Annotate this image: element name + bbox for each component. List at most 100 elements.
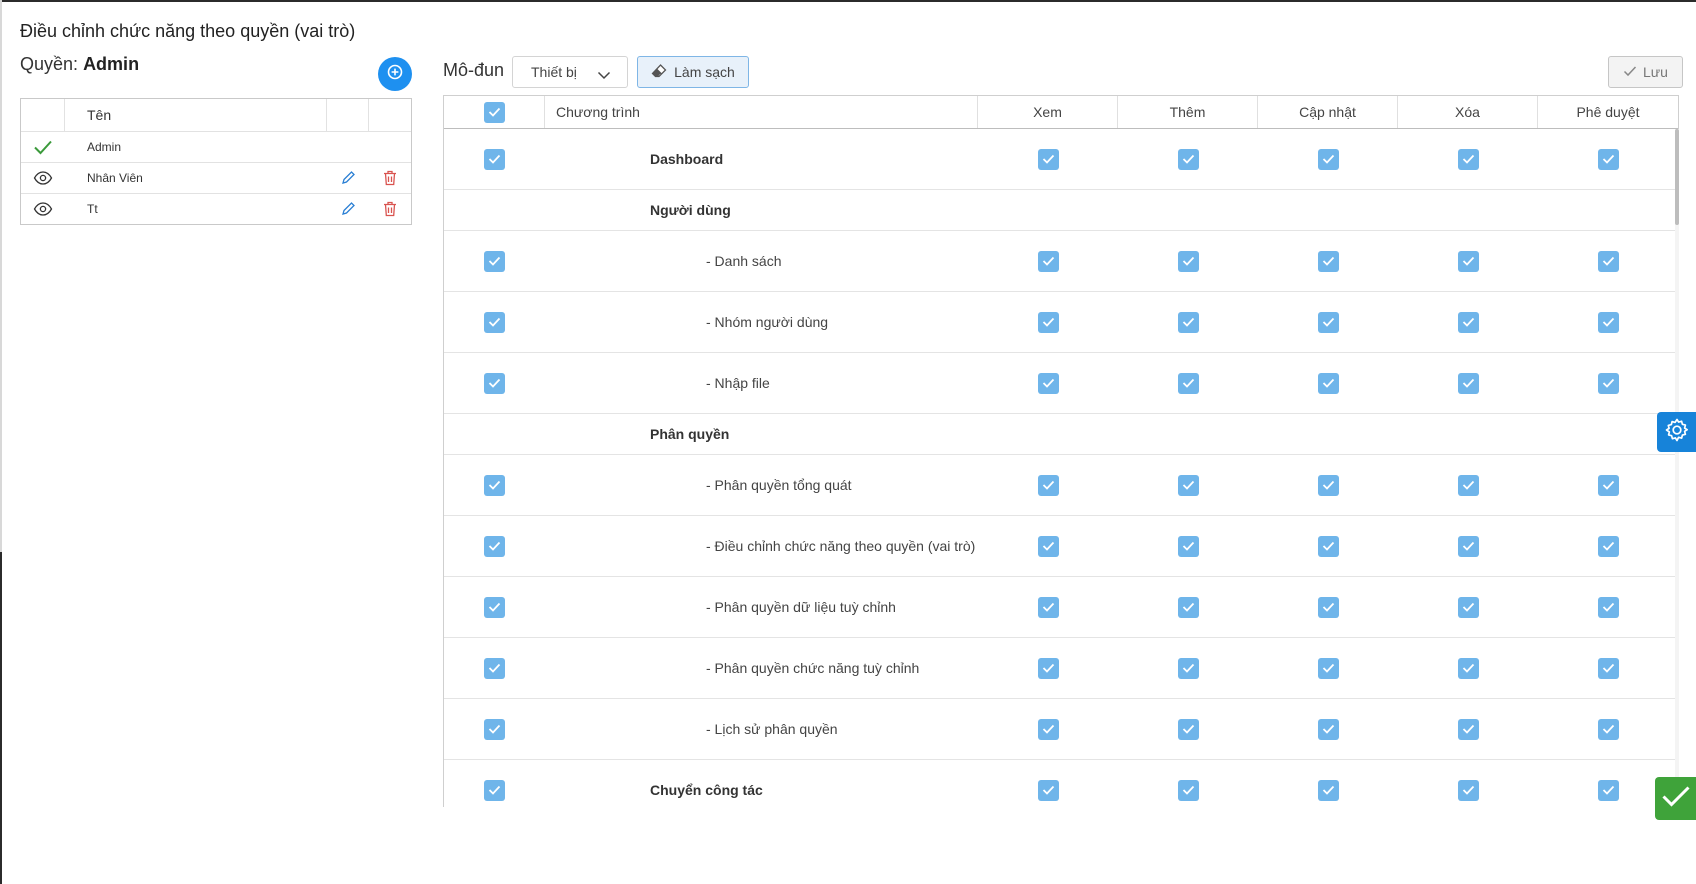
view-permission-checkbox[interactable] [1037,779,1059,801]
scrollbar-thumb[interactable] [1675,129,1679,225]
program-name: - Phân quyền chức năng tuỳ chỉnh [706,660,920,676]
approve-permission-checkbox[interactable] [1597,596,1619,618]
approve-permission-checkbox[interactable] [1597,779,1619,801]
delete-permission-checkbox[interactable] [1457,372,1479,394]
add-permission-checkbox[interactable] [1177,372,1199,394]
update-permission-checkbox[interactable] [1317,372,1339,394]
approve-permission-checkbox[interactable] [1597,148,1619,170]
approve-permission-checkbox[interactable] [1597,657,1619,679]
update-permission-checkbox[interactable] [1317,535,1339,557]
update-permission-checkbox[interactable] [1317,779,1339,801]
row-select-checkbox[interactable] [484,718,505,740]
view-permission-checkbox[interactable] [1037,474,1059,496]
approve-permission-checkbox[interactable] [1597,372,1619,394]
approve-permission-checkbox[interactable] [1597,535,1619,557]
approve-permission-checkbox[interactable] [1597,311,1619,333]
update-permission-checkbox[interactable] [1317,148,1339,170]
add-permission-checkbox[interactable] [1177,311,1199,333]
table-row: Dashboard [444,129,1678,190]
delete-permission-checkbox[interactable] [1457,250,1479,272]
add-column-header: Thêm [1118,96,1258,128]
view-permission-checkbox[interactable] [1037,250,1059,272]
settings-button[interactable] [1657,412,1696,452]
delete-permission-checkbox[interactable] [1457,779,1479,801]
program-name: - Phân quyền dữ liệu tuỳ chỉnh [706,599,896,615]
program-name: Phân quyền [650,426,730,442]
role-row-nhan-vien[interactable]: Nhân Viên [21,162,411,193]
delete-permission-checkbox[interactable] [1457,596,1479,618]
approve-permission-checkbox[interactable] [1597,718,1619,740]
approve-permission-checkbox[interactable] [1597,474,1619,496]
add-permission-checkbox[interactable] [1177,535,1199,557]
role-row-admin[interactable]: Admin [21,131,411,162]
row-select-checkbox[interactable] [484,535,505,557]
row-select-checkbox[interactable] [484,779,505,801]
update-permission-checkbox[interactable] [1317,718,1339,740]
add-permission-checkbox[interactable] [1177,148,1199,170]
program-name: - Lịch sử phân quyền [706,721,838,737]
approve-column-header: Phê duyệt [1576,104,1640,120]
delete-permission-checkbox[interactable] [1457,657,1479,679]
table-row: - Phân quyền chức năng tuỳ chỉnh [444,638,1678,699]
plus-circle-icon [387,64,403,85]
module-select[interactable]: Thiết bị [512,56,628,88]
row-select-checkbox[interactable] [484,657,505,679]
row-select-checkbox[interactable] [484,474,505,496]
view-permission-checkbox[interactable] [1037,718,1059,740]
row-select-checkbox[interactable] [484,250,505,272]
role-name: Tt [87,202,98,216]
trash-icon[interactable] [369,194,411,224]
row-select-checkbox[interactable] [484,148,505,170]
view-permission-checkbox[interactable] [1037,311,1059,333]
add-permission-checkbox[interactable] [1177,779,1199,801]
group-row: Người dùng [444,190,1678,231]
table-row: - Nhập file [444,353,1678,414]
view-permission-checkbox[interactable] [1037,372,1059,394]
save-button[interactable]: Lưu [1608,56,1683,88]
edit-icon[interactable] [327,194,369,224]
save-button-label: Lưu [1643,64,1668,80]
delete-column-header: Xóa [1398,96,1538,128]
delete-permission-checkbox[interactable] [1457,474,1479,496]
delete-permission-checkbox[interactable] [1457,148,1479,170]
delete-permission-checkbox[interactable] [1457,311,1479,333]
name-column-header: Tên [65,99,327,131]
add-permission-checkbox[interactable] [1177,474,1199,496]
view-permission-checkbox[interactable] [1037,535,1059,557]
select-all-checkbox[interactable] [483,101,505,123]
add-role-button[interactable] [378,57,412,91]
roles-table: Tên Admin Nhân Viên Tt [20,98,412,225]
roles-table-header: Tên [21,99,411,131]
add-permission-checkbox[interactable] [1177,596,1199,618]
table-row: - Danh sách [444,231,1678,292]
row-select-checkbox[interactable] [484,311,505,333]
clear-button[interactable]: Làm sạch [637,56,749,88]
view-permission-checkbox[interactable] [1037,657,1059,679]
update-permission-checkbox[interactable] [1317,474,1339,496]
update-permission-checkbox[interactable] [1317,657,1339,679]
confirm-button[interactable] [1655,777,1696,820]
update-permission-checkbox[interactable] [1317,596,1339,618]
eye-icon[interactable] [21,194,65,224]
delete-permission-checkbox[interactable] [1457,535,1479,557]
update-permission-checkbox[interactable] [1317,311,1339,333]
approve-permission-checkbox[interactable] [1597,250,1619,272]
program-name: - Phân quyền tổng quát [706,477,852,493]
row-select-checkbox[interactable] [484,372,505,394]
trash-icon[interactable] [369,163,411,193]
role-name: Nhân Viên [87,171,143,185]
table-row: - Điều chỉnh chức năng theo quyền (vai t… [444,516,1678,577]
row-select-checkbox[interactable] [484,596,505,618]
add-permission-checkbox[interactable] [1177,657,1199,679]
view-permission-checkbox[interactable] [1037,596,1059,618]
view-permission-checkbox[interactable] [1037,148,1059,170]
scrollbar-track[interactable] [1675,129,1679,807]
role-row-tt[interactable]: Tt [21,193,411,224]
add-permission-checkbox[interactable] [1177,718,1199,740]
edit-icon[interactable] [327,163,369,193]
add-permission-checkbox[interactable] [1177,250,1199,272]
delete-permission-checkbox[interactable] [1457,718,1479,740]
update-permission-checkbox[interactable] [1317,250,1339,272]
eye-icon[interactable] [21,163,65,193]
permissions-table-body: Dashboard Người dùng - Danh sách - Nhóm ngư… [444,129,1678,807]
